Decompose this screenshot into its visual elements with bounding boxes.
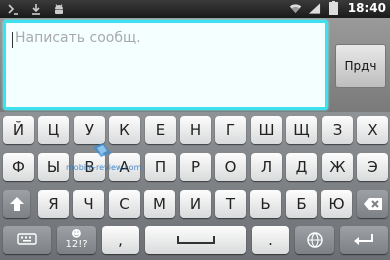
key-Ц[interactable]: Ц: [38, 116, 69, 144]
key-Ы[interactable]: Ы: [38, 153, 69, 181]
status-time: 18:40: [347, 1, 386, 15]
key-З[interactable]: З: [322, 116, 353, 144]
space-key[interactable]: [145, 226, 246, 254]
message-placeholder: Написать сообщ.: [15, 30, 141, 46]
symbols-key[interactable]: ☻ 12!?: [57, 226, 96, 254]
key-Ф[interactable]: Ф: [3, 153, 34, 181]
key-Ь[interactable]: Ь: [250, 190, 281, 218]
key-С[interactable]: С: [109, 190, 140, 218]
key-О[interactable]: О: [215, 153, 246, 181]
key-Й[interactable]: Й: [3, 116, 34, 144]
key-Ж[interactable]: Ж: [322, 153, 353, 181]
key-Ю[interactable]: Ю: [321, 190, 352, 218]
text-caret: [12, 32, 13, 48]
language-key[interactable]: [295, 226, 334, 254]
key-И[interactable]: И: [180, 190, 211, 218]
key-М[interactable]: М: [144, 190, 175, 218]
android-icon: [52, 2, 65, 16]
on-screen-keyboard: Й Ц У К Е Н Г Ш Щ З Х Ф Ы В А П Р О Л Д Ж Э Я Ч С М И Т Ь Б Ю ☻ 12!?,.: [0, 112, 390, 260]
watermark-logo-icon: [93, 143, 111, 157]
keyboard-settings-key[interactable]: [3, 226, 51, 254]
shift-arrow-icon: [9, 197, 24, 211]
key-Д[interactable]: Д: [286, 153, 317, 181]
key-К[interactable]: К: [109, 116, 140, 144]
space-bar-icon: [176, 236, 215, 244]
key-Е[interactable]: Е: [145, 116, 176, 144]
compose-area: Написать сообщ. Прдч: [0, 18, 390, 112]
download-icon: [29, 2, 42, 16]
key-Л[interactable]: Л: [251, 153, 282, 181]
num-key-label: 12!?: [65, 239, 88, 250]
wifi-icon: [289, 1, 302, 15]
key-Ч[interactable]: Ч: [73, 190, 104, 218]
keyboard-settings-icon: [17, 233, 37, 245]
key-Ш[interactable]: Ш: [251, 116, 282, 144]
status-bar: 18:40: [0, 0, 390, 18]
backspace-key[interactable]: [357, 190, 388, 218]
period-key[interactable]: .: [252, 226, 289, 254]
enter-key[interactable]: [340, 226, 388, 254]
backspace-icon: [363, 198, 382, 210]
usb-debug-icon: [6, 2, 19, 16]
key-П[interactable]: П: [145, 153, 176, 181]
key-Р[interactable]: Р: [180, 153, 211, 181]
key-Н[interactable]: Н: [180, 116, 211, 144]
key-Э[interactable]: Э: [357, 153, 388, 181]
key-Б[interactable]: Б: [286, 190, 317, 218]
send-button[interactable]: Прдч: [335, 44, 386, 88]
key-Я[interactable]: Я: [38, 190, 69, 218]
battery-icon: [327, 1, 340, 15]
globe-language-icon: [306, 232, 323, 248]
shift-key[interactable]: [3, 190, 30, 218]
message-input[interactable]: Написать сообщ.: [3, 20, 328, 110]
key-Щ[interactable]: Щ: [286, 116, 317, 144]
key-Г[interactable]: Г: [215, 116, 246, 144]
key-Т[interactable]: Т: [215, 190, 246, 218]
comma-key[interactable]: ,: [102, 226, 139, 254]
key-Х[interactable]: Х: [357, 116, 388, 144]
enter-arrow-icon: [354, 234, 373, 245]
key-А[interactable]: А: [109, 153, 140, 181]
signal-icon: [308, 1, 321, 15]
